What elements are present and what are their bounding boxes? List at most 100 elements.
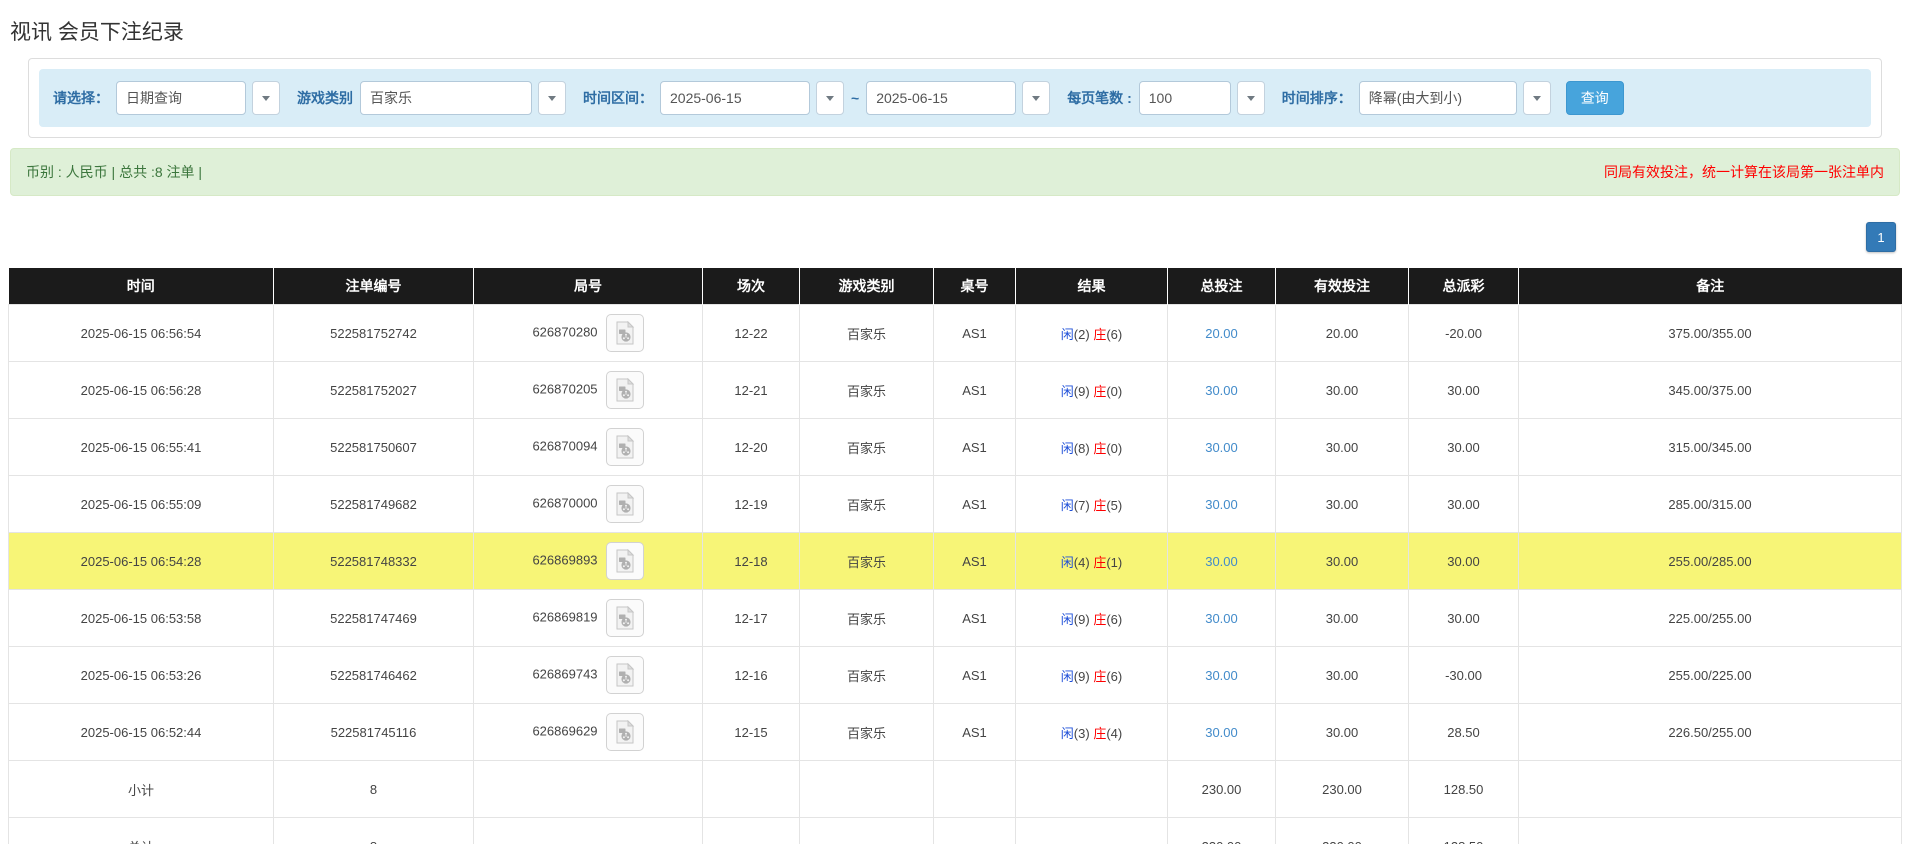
cell-total-bet: 20.00 bbox=[1168, 305, 1276, 362]
result-player-label: 闲 bbox=[1061, 498, 1074, 513]
chevron-down-icon[interactable] bbox=[252, 81, 280, 115]
cell-time: 2025-06-15 06:52:44 bbox=[9, 704, 274, 761]
page-1-button[interactable]: 1 bbox=[1866, 222, 1896, 252]
video-icon bbox=[614, 663, 636, 687]
result-player-num: (9) bbox=[1074, 612, 1090, 627]
result-banker-num: (0) bbox=[1106, 441, 1122, 456]
video-replay-button[interactable] bbox=[606, 428, 644, 466]
cell-game-type: 百家乐 bbox=[800, 476, 934, 533]
sort-order-input[interactable] bbox=[1359, 81, 1517, 115]
chevron-down-icon[interactable] bbox=[816, 81, 844, 115]
game-type-select[interactable] bbox=[360, 81, 566, 115]
total-bet-link[interactable]: 30.00 bbox=[1205, 725, 1238, 740]
cell-game-type: 百家乐 bbox=[800, 305, 934, 362]
result-banker-label: 庄 bbox=[1093, 726, 1106, 741]
sort-order-select[interactable] bbox=[1359, 81, 1551, 115]
video-replay-button[interactable] bbox=[606, 542, 644, 580]
date-from-input[interactable] bbox=[660, 81, 810, 115]
cell-table-no: AS1 bbox=[934, 419, 1016, 476]
chevron-down-icon[interactable] bbox=[1523, 81, 1551, 115]
cell-remark: 315.00/345.00 bbox=[1519, 419, 1902, 476]
game-type-input[interactable] bbox=[360, 81, 532, 115]
search-button[interactable]: 查询 bbox=[1566, 81, 1624, 115]
video-icon bbox=[614, 606, 636, 630]
round-id-text: 626869893 bbox=[532, 552, 597, 567]
total-bet-link[interactable]: 20.00 bbox=[1205, 326, 1238, 341]
total-row-empty bbox=[1016, 818, 1168, 844]
total-bet-link[interactable]: 30.00 bbox=[1205, 383, 1238, 398]
sort-order-label: 时间排序： bbox=[1282, 88, 1352, 108]
video-replay-button[interactable] bbox=[606, 485, 644, 523]
cell-remark: 255.00/285.00 bbox=[1519, 533, 1902, 590]
total-bet-link[interactable]: 30.00 bbox=[1205, 497, 1238, 512]
cell-round-id: 626870280 bbox=[474, 305, 703, 362]
query-type-select[interactable] bbox=[116, 81, 280, 115]
cell-time: 2025-06-15 06:55:41 bbox=[9, 419, 274, 476]
filter-bar: 请选择： 游戏类别 时间区间： ~ 每页笔数 : 时间排序： 查 bbox=[39, 69, 1871, 127]
table-row: 2025-06-15 06:53:58522581747469626869819… bbox=[9, 590, 1902, 647]
date-to-input[interactable] bbox=[866, 81, 1016, 115]
query-type-input[interactable] bbox=[116, 81, 246, 115]
cell-total-bet: 30.00 bbox=[1168, 647, 1276, 704]
video-replay-button[interactable] bbox=[606, 314, 644, 352]
total-bet-link[interactable]: 30.00 bbox=[1205, 554, 1238, 569]
video-replay-button[interactable] bbox=[606, 656, 644, 694]
column-header-7: 结果 bbox=[1016, 268, 1168, 305]
round-id-text: 626870000 bbox=[532, 495, 597, 510]
valid-bet-note: 同局有效投注，统一计算在该局第一张注单内 bbox=[1604, 162, 1884, 182]
result-banker-label: 庄 bbox=[1093, 555, 1106, 570]
round-id-text: 626869629 bbox=[532, 723, 597, 738]
cell-payout: 30.00 bbox=[1409, 476, 1519, 533]
per-page-input[interactable] bbox=[1139, 81, 1231, 115]
cell-time: 2025-06-15 06:55:09 bbox=[9, 476, 274, 533]
column-header-3: 局号 bbox=[474, 268, 703, 305]
cell-time: 2025-06-15 06:54:28 bbox=[9, 533, 274, 590]
total-row: 总计8230.00230.00128.50 bbox=[9, 818, 1902, 844]
result-banker-num: (1) bbox=[1106, 555, 1122, 570]
game-type-label: 游戏类别 bbox=[297, 88, 353, 108]
total-bet-link[interactable]: 30.00 bbox=[1205, 668, 1238, 683]
cell-bet-id: 522581749682 bbox=[274, 476, 474, 533]
cell-result: 闲(3) 庄(4) bbox=[1016, 704, 1168, 761]
cell-valid-bet: 30.00 bbox=[1276, 590, 1409, 647]
cell-result: 闲(4) 庄(1) bbox=[1016, 533, 1168, 590]
subtotal-row-empty bbox=[934, 761, 1016, 818]
cell-session: 12-17 bbox=[703, 590, 800, 647]
cell-session: 12-20 bbox=[703, 419, 800, 476]
cell-bet-id: 522581746462 bbox=[274, 647, 474, 704]
cell-bet-id: 522581747469 bbox=[274, 590, 474, 647]
per-page-select[interactable] bbox=[1139, 81, 1265, 115]
table-row: 2025-06-15 06:55:41522581750607626870094… bbox=[9, 419, 1902, 476]
result-player-num: (2) bbox=[1074, 327, 1090, 342]
date-from-select[interactable] bbox=[660, 81, 844, 115]
result-player-label: 闲 bbox=[1061, 441, 1074, 456]
chevron-down-icon[interactable] bbox=[538, 81, 566, 115]
result-player-label: 闲 bbox=[1061, 669, 1074, 684]
column-header-10: 总派彩 bbox=[1409, 268, 1519, 305]
total-bet-link[interactable]: 30.00 bbox=[1205, 611, 1238, 626]
round-id-text: 626869743 bbox=[532, 666, 597, 681]
cell-payout: 28.50 bbox=[1409, 704, 1519, 761]
video-replay-button[interactable] bbox=[606, 371, 644, 409]
cell-valid-bet: 30.00 bbox=[1276, 476, 1409, 533]
cell-game-type: 百家乐 bbox=[800, 647, 934, 704]
result-player-num: (8) bbox=[1074, 441, 1090, 456]
result-player-num: (4) bbox=[1074, 555, 1090, 570]
cell-session: 12-21 bbox=[703, 362, 800, 419]
cell-table-no: AS1 bbox=[934, 647, 1016, 704]
total-row-empty bbox=[474, 818, 703, 844]
cell-bet-id: 522581752742 bbox=[274, 305, 474, 362]
total-bet-link[interactable]: 30.00 bbox=[1205, 440, 1238, 455]
column-header-11: 备注 bbox=[1519, 268, 1902, 305]
cell-game-type: 百家乐 bbox=[800, 533, 934, 590]
total-row-total-bet: 230.00 bbox=[1168, 818, 1276, 844]
date-to-select[interactable] bbox=[866, 81, 1050, 115]
table-row: 2025-06-15 06:56:54522581752742626870280… bbox=[9, 305, 1902, 362]
video-replay-button[interactable] bbox=[606, 599, 644, 637]
subtotal-row: 小计8230.00230.00128.50 bbox=[9, 761, 1902, 818]
video-icon bbox=[614, 720, 636, 744]
subtotal-row-empty bbox=[474, 761, 703, 818]
chevron-down-icon[interactable] bbox=[1022, 81, 1050, 115]
video-replay-button[interactable] bbox=[606, 713, 644, 751]
chevron-down-icon[interactable] bbox=[1237, 81, 1265, 115]
